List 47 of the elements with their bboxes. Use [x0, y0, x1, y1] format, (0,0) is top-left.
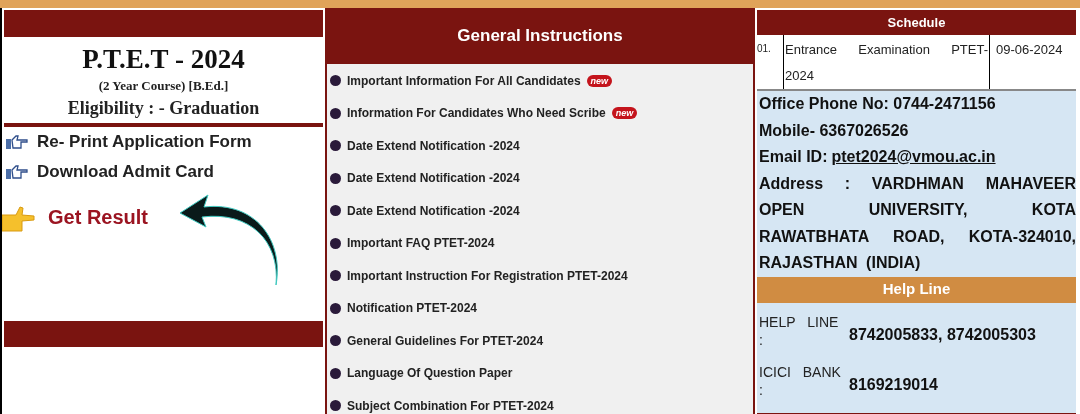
section-header: Help Line [757, 276, 1076, 303]
bullet-icon [330, 367, 341, 379]
bullet-icon [330, 400, 341, 411]
menu-link[interactable]: Download Admit Card [37, 161, 214, 183]
instruction-link[interactable]: Notification PTET-2024 [347, 299, 478, 317]
instruction-link[interactable]: Important Information For All Candidates [347, 71, 581, 90]
pointing-hand-icon [5, 134, 29, 150]
menu-link[interactable]: Re- Print Application Form [37, 131, 252, 153]
email-link[interactable]: ptet2024@vmou.ac.in [831, 144, 996, 171]
pointing-hand-icon [5, 164, 29, 180]
instruction-link[interactable]: Date Extend Notification -2024 [347, 136, 520, 155]
bullet-icon [330, 335, 341, 346]
instruction-link[interactable]: Subject Combination For PTET-2024 [347, 396, 554, 414]
address-text: Address : VARDHMAN MAHAVEER OPEN UNIVERSITY, KOTA RAWATBHATA ROAD, KOTA-324010, RAJASTHAN (INDIA) [759, 173, 1076, 273]
helpline-label: HELP LINE : [759, 312, 840, 349]
eligibility-text: Eligibility : - Graduation [67, 97, 260, 119]
bullet-icon [330, 270, 341, 281]
instruction-link[interactable]: Information For Candidates Who Need Scribe [347, 104, 606, 122]
bullet-icon [330, 140, 341, 151]
instruction-link[interactable]: Date Extend Notification -2024 [347, 201, 520, 220]
bullet-icon [330, 237, 341, 249]
table-cell-text: 09-06-2024 [995, 41, 1064, 59]
exam-title: P.T.E.T - 2024 [82, 43, 245, 75]
table-cell: Entrance Examination PTET-2024 [783, 35, 990, 89]
email-label: Email ID: [759, 147, 828, 167]
section-header: Schedule [757, 10, 1076, 35]
helpline-number: 8742005833, 8742005303 [849, 324, 1036, 345]
instruction-link[interactable]: General Guidelines For PTET-2024 [347, 331, 544, 350]
bullet-icon [330, 205, 341, 216]
instruction-link[interactable]: Language Of Question Paper [347, 364, 513, 382]
office-phone: Office Phone No: 0744-2471156 [759, 94, 997, 114]
course-subtitle: (2 Year Course) [B.Ed.] [98, 77, 229, 95]
instruction-link[interactable]: Important Instruction For Registration PTET-2024 [347, 266, 628, 285]
bullet-icon [330, 75, 341, 86]
new-badge: new [611, 107, 638, 119]
mobile-number: Mobile- 6367026526 [759, 120, 910, 141]
new-badge: new [586, 74, 613, 87]
bullet-icon [330, 302, 341, 314]
helpline-label: ICICI BANK : [759, 362, 842, 399]
bullet-icon [330, 172, 341, 184]
instruction-link[interactable]: Date Extend Notification -2024 [347, 169, 520, 187]
instruction-link[interactable]: Important FAQ PTET-2024 [347, 234, 495, 252]
table-cell-text: 01. [757, 42, 772, 56]
section-header: General Instructions [327, 8, 753, 64]
bullet-icon [330, 107, 341, 119]
helpline-number: 8169219014 [849, 374, 938, 395]
result-link[interactable]: Get Result [48, 205, 149, 229]
